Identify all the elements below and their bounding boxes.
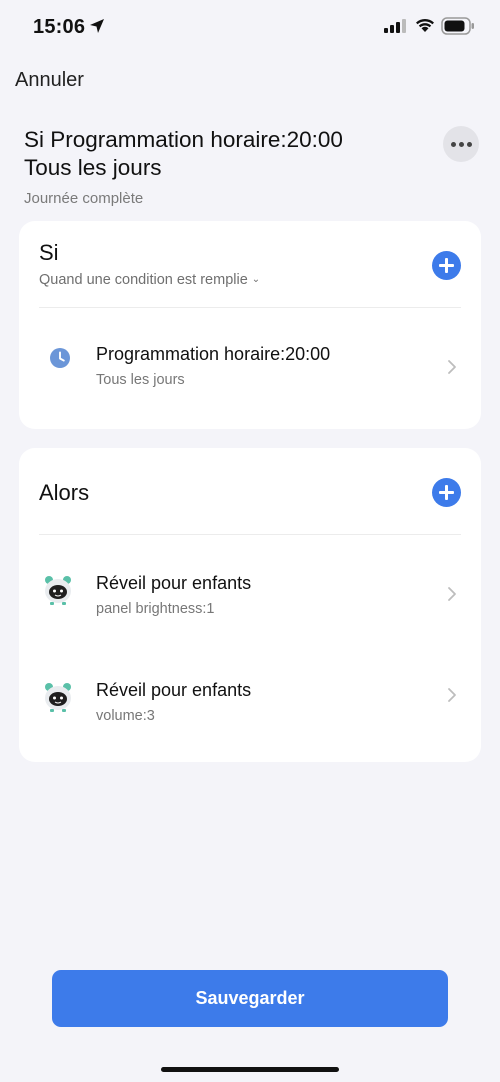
action-item-subtitle: panel brightness:1: [96, 601, 215, 617]
action-item[interactable]: Réveil pour enfants volume:3: [19, 661, 481, 741]
more-dot-icon: [450, 141, 456, 147]
condition-item-schedule[interactable]: Programmation horaire:20:00 Tous les jou…: [19, 321, 481, 401]
page-title: Si Programmation horaire:20:00 Tous les …: [24, 126, 424, 182]
action-item-title: Réveil pour enfants: [96, 680, 252, 700]
action-item-subtitle: volume:3: [96, 708, 155, 724]
wifi-icon: [416, 18, 434, 32]
chevron-right-icon: [448, 688, 456, 702]
condition-selector[interactable]: Quand une condition est remplie ⌄: [39, 272, 260, 288]
page-title-line1: Si Programmation horaire:20:00: [24, 127, 343, 152]
action-item[interactable]: Réveil pour enfants panel brightness:1: [19, 554, 481, 634]
if-card: Si Quand une condition est remplie ⌄ Prog…: [19, 221, 481, 429]
condition-item-subtitle: Tous les jours: [96, 372, 185, 388]
chevron-right-icon: [448, 587, 456, 601]
page-subtitle: Journée complète: [24, 190, 144, 207]
save-button[interactable]: Sauvegarder: [52, 970, 448, 1027]
page-title-line2: Tous les jours: [24, 155, 162, 180]
cellular-signal-icon: [384, 19, 406, 33]
if-section-title: Si: [39, 240, 59, 265]
chevron-right-icon: [448, 360, 456, 374]
more-dot-icon: [466, 141, 472, 147]
condition-label: Quand une condition est remplie: [39, 272, 248, 288]
status-time: 15:06: [33, 16, 86, 38]
add-action-button[interactable]: [432, 478, 461, 507]
then-card: Alors Réveil pour enfants panel brightne…: [19, 448, 481, 762]
chevron-down-icon: ⌄: [251, 274, 261, 285]
more-dot-icon: [458, 141, 464, 147]
clock-icon: [50, 348, 70, 368]
divider: [39, 534, 461, 535]
cancel-button[interactable]: Annuler: [15, 69, 84, 92]
kids-alarm-clock-icon: [45, 576, 71, 605]
add-condition-button[interactable]: [432, 251, 461, 280]
action-item-title: Réveil pour enfants: [96, 573, 252, 593]
then-section-title: Alors: [39, 480, 90, 505]
divider: [39, 307, 461, 308]
condition-item-title: Programmation horaire:20:00: [96, 344, 331, 364]
more-options-button[interactable]: [443, 126, 479, 162]
kids-alarm-clock-icon: [45, 683, 71, 712]
home-indicator[interactable]: [161, 1067, 339, 1072]
status-bar: 15:06: [0, 0, 500, 56]
location-arrow-icon: [90, 19, 104, 33]
battery-icon: [441, 17, 474, 35]
